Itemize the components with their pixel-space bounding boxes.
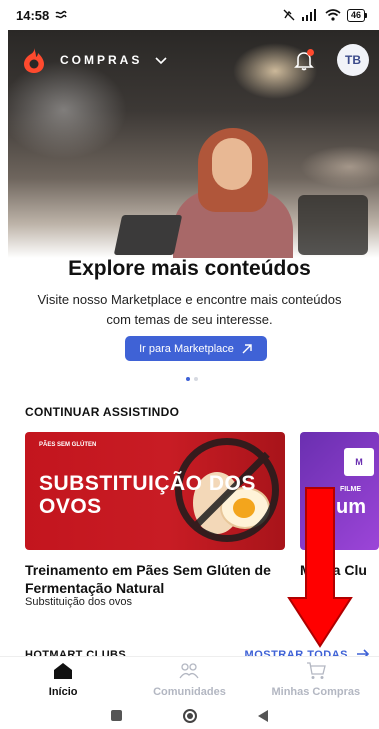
wifi-icon: [325, 9, 341, 21]
bottom-navigation: Início Comunidades Minhas Compras: [0, 656, 379, 702]
course-card-title[interactable]: Treinamento em Pães Sem Glúten de Fermen…: [25, 561, 285, 597]
notifications-button[interactable]: [293, 49, 315, 71]
system-navigation-bar: [0, 702, 379, 729]
status-bar: 14:58 46: [0, 0, 379, 30]
status-time: 14:58: [16, 7, 50, 23]
mute-icon: [283, 9, 295, 21]
battery-indicator: 46: [346, 8, 368, 22]
marketplace-button-label: Ir para Marketplace: [139, 342, 234, 355]
thumb-logo: M: [344, 448, 374, 476]
marketplace-button[interactable]: Ir para Marketplace: [125, 336, 267, 361]
hero-image-chair: [298, 195, 368, 255]
nav-label: Minhas Compras: [271, 685, 361, 698]
cart-icon: [306, 661, 326, 679]
notification-badge: [307, 49, 314, 56]
hero-image-laptop: [113, 215, 183, 255]
home-icon: [54, 662, 73, 679]
app-switcher[interactable]: COMPRAS: [20, 46, 168, 74]
nav-item-comunidades[interactable]: Comunidades: [126, 662, 252, 698]
carousel-indicator: [186, 377, 198, 381]
annotation-arrow-icon: [287, 487, 353, 648]
nav-item-inicio[interactable]: Início: [0, 662, 126, 698]
home-button[interactable]: [182, 708, 197, 723]
course-card-subtitle: Substituição dos ovos: [25, 596, 133, 608]
continue-watching-title: CONTINUAR ASSISTINDO: [25, 405, 180, 419]
signal-icon: [301, 9, 316, 21]
nav-item-minhas-compras[interactable]: Minhas Compras: [253, 661, 379, 698]
app-section-label: COMPRAS: [60, 53, 143, 67]
nav-label: Comunidades: [153, 685, 226, 698]
brand-flame-icon: [24, 48, 44, 73]
course-card-thumbnail[interactable]: PÃES SEM GLÚTEN SUBSTITUIÇÃO DOS OVOS: [25, 432, 285, 550]
back-button[interactable]: [258, 709, 269, 722]
carousel-dot[interactable]: [186, 377, 190, 381]
hero-headline: Explore mais conteúdos: [68, 257, 311, 280]
external-link-icon: [242, 343, 252, 353]
app-header: COMPRAS TB: [8, 30, 379, 90]
carousel-dot[interactable]: [194, 377, 198, 381]
recent-apps-button[interactable]: [110, 710, 122, 721]
avatar[interactable]: TB: [337, 44, 369, 76]
nav-label: Início: [48, 685, 78, 698]
hero-subtext: Visite nosso Marketplace e encontre mais…: [37, 292, 342, 327]
notification-icon: [55, 10, 67, 19]
thumb-brand-text: PÃES SEM GLÚTEN: [39, 442, 97, 448]
community-icon: [179, 662, 200, 678]
chevron-down-icon: [155, 57, 167, 65]
hero-banner: COMPRAS TB: [8, 30, 379, 258]
thumb-title: SUBSTITUIÇÃO DOS OVOS: [39, 472, 256, 518]
